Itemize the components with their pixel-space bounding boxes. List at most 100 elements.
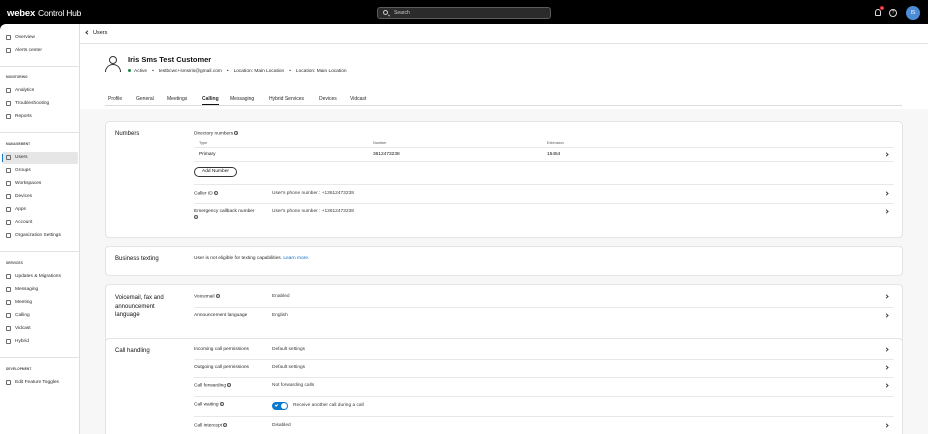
sidebar-item-users[interactable]: Users	[2, 152, 78, 164]
tab-profile[interactable]: Profile	[108, 96, 122, 102]
sidebar-item-updates-migrations[interactable]: Updates & Migrations	[2, 271, 78, 283]
tab-vidcast[interactable]: Vidcast	[350, 96, 366, 102]
column-header-extension: Extension	[547, 141, 564, 145]
sidebar-item-vidcast[interactable]: Vidcast	[2, 323, 78, 335]
divider	[194, 307, 894, 308]
help-icon[interactable]: ?	[889, 9, 897, 17]
sidebar-item-devices[interactable]: Devices	[2, 191, 78, 203]
announcement-language-value: English	[272, 313, 288, 318]
chevron-right-icon	[884, 423, 889, 428]
settings-icon	[6, 233, 11, 238]
tab-devices[interactable]: Devices	[319, 96, 337, 102]
sidebar-item-messaging[interactable]: Messaging	[2, 284, 78, 296]
status-badge: Active	[134, 69, 148, 74]
status-dot-icon	[128, 69, 131, 73]
hybrid-icon	[6, 339, 11, 344]
divider	[194, 184, 894, 185]
caller-id-label: Caller ID i	[194, 191, 218, 197]
avatar[interactable]: IS	[906, 6, 920, 20]
outgoing-permissions-label: Outgoing call permissions	[194, 365, 249, 370]
learn-more-link[interactable]: Learn more.	[283, 256, 309, 261]
info-icon[interactable]: i	[227, 383, 231, 387]
sidebar-item-analytics[interactable]: Analytics	[2, 85, 78, 97]
business-texting-card: Business texting User is not eligible fo…	[105, 246, 903, 276]
tab-divider	[105, 105, 902, 106]
info-icon[interactable]: i	[215, 294, 220, 298]
workspace-icon	[6, 181, 11, 186]
divider	[80, 43, 928, 44]
page-title: Iris Sms Test Customer	[128, 55, 212, 64]
meeting-icon	[6, 300, 11, 305]
notifications-bell-icon[interactable]	[875, 9, 881, 16]
search-input[interactable]: Search	[377, 7, 551, 19]
sidebar-item-account[interactable]: Account	[2, 217, 78, 229]
user-avatar-icon	[105, 56, 121, 72]
sidebar-item-organization-settings[interactable]: Organization Settings	[2, 230, 78, 242]
info-icon[interactable]: i	[223, 423, 227, 427]
tab-calling[interactable]: Calling	[202, 96, 219, 105]
search-placeholder: Search	[394, 10, 410, 16]
section-label-development: DEVELOPMENT	[6, 367, 32, 371]
texting-message: User is not eligible for texting capabil…	[194, 256, 310, 261]
info-icon[interactable]: i	[194, 215, 198, 220]
sidebar-item-workspaces[interactable]: Workspaces	[2, 178, 78, 190]
chevron-right-icon	[884, 365, 889, 370]
announcement-language-label: Announcement language	[194, 313, 248, 318]
divider	[194, 377, 894, 378]
sidebar-item-apps[interactable]: Apps	[2, 204, 78, 216]
sidebar-item-overview[interactable]: Overview	[2, 32, 78, 44]
sidebar-item-troubleshooting[interactable]: Troubleshooting	[2, 98, 78, 110]
business-texting-title: Business texting	[115, 256, 159, 262]
chevron-right-icon	[884, 294, 889, 299]
report-icon	[6, 114, 11, 119]
chevron-right-icon	[884, 383, 889, 388]
check-icon	[274, 403, 279, 407]
tab-hybrid-services[interactable]: Hybrid Services	[269, 96, 304, 102]
sidebar-item-groups[interactable]: Groups	[2, 165, 78, 177]
numbers-title: Numbers	[115, 131, 140, 137]
info-icon[interactable]: i	[219, 402, 224, 406]
divider	[194, 147, 894, 148]
user-email: testbcwc+smsiris@gmail.com	[158, 69, 222, 74]
tab-general[interactable]: General	[136, 96, 154, 102]
top-bar: webex Control Hub Search 1 ? IS	[0, 0, 928, 24]
call-waiting-toggle[interactable]	[272, 402, 288, 410]
number-value: 3612473238	[373, 152, 400, 157]
chevron-right-icon	[884, 152, 889, 157]
divider	[194, 161, 894, 162]
divider	[194, 416, 894, 417]
sidebar-item-alerts-center[interactable]: Alerts center	[2, 45, 78, 57]
sidebar-item-calling[interactable]: Calling	[2, 310, 78, 322]
search-icon	[383, 10, 388, 15]
chevron-right-icon	[884, 191, 889, 196]
chevron-right-icon	[884, 209, 889, 214]
back-to-users-link[interactable]: Users	[85, 30, 107, 36]
tab-messaging[interactable]: Messaging	[230, 96, 254, 102]
number-type: Primary	[199, 152, 216, 157]
incoming-permissions-label: Incoming call permissions	[194, 347, 249, 352]
sidebar-item-meeting[interactable]: Meeting	[2, 297, 78, 309]
info-icon[interactable]: i	[213, 191, 218, 195]
info-icon[interactable]: i	[234, 131, 239, 135]
emergency-callback-label: Emergency callback number	[194, 209, 255, 214]
webex-logo[interactable]: webex Control Hub	[7, 8, 81, 19]
sidebar-item-edit-feature-toggles[interactable]: Edit Feature Toggles	[2, 377, 78, 389]
device-icon	[6, 194, 11, 199]
tab-meetings[interactable]: Meetings	[167, 96, 187, 102]
pulse-icon	[6, 101, 11, 106]
sidebar-item-reports[interactable]: Reports	[2, 111, 78, 123]
voicemail-title: Voicemail, fax and announcement language	[115, 295, 164, 318]
outgoing-permissions-value: Default settings	[272, 365, 306, 370]
divider	[194, 359, 894, 360]
add-number-button[interactable]: Add Number	[194, 167, 237, 177]
user-location-2: Location: Main Location	[295, 69, 347, 74]
column-header-number: Number	[373, 141, 387, 145]
chevron-right-icon	[884, 313, 889, 318]
divider	[194, 396, 894, 397]
sidebar-item-hybrid[interactable]: Hybrid	[2, 336, 78, 348]
voicemail-label: Voicemail i	[194, 294, 220, 300]
incoming-permissions-value: Default settings	[272, 347, 306, 352]
emergency-callback-value: User's phone number : +13612473238	[272, 209, 354, 214]
account-icon	[6, 220, 11, 225]
apps-icon	[6, 207, 11, 212]
